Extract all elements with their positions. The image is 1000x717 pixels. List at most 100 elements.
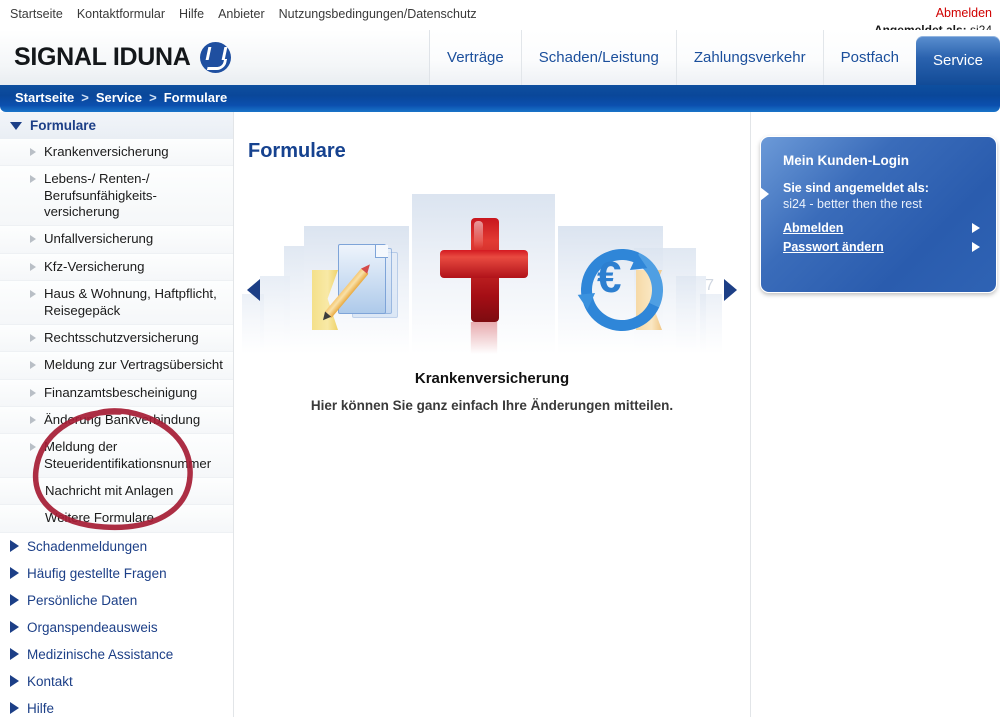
tab-label: Schaden/Leistung xyxy=(538,49,659,66)
triangle-down-icon xyxy=(10,121,22,130)
chevron-right-icon xyxy=(972,223,980,233)
tab-vertraege[interactable]: Verträge xyxy=(429,30,521,85)
login-box-logout-link[interactable]: Abmelden xyxy=(783,221,843,235)
sidebar-item-kfz-versicherung[interactable]: Kfz-Versicherung xyxy=(0,253,233,282)
red-cross-icon xyxy=(440,218,528,322)
meta-nav-item-hilfe[interactable]: Hilfe xyxy=(179,7,204,21)
sidebar-section-medizinische-assistance[interactable]: Medizinische Assistance xyxy=(0,641,233,668)
tab-label: Postfach xyxy=(840,49,899,66)
carousel-slide-ghost xyxy=(700,294,722,354)
sidebar-item-finanzamtsbescheinigung[interactable]: Finanzamtsbescheinigung xyxy=(0,379,233,407)
tab-zahlungsverkehr[interactable]: Zahlungsverkehr xyxy=(675,30,823,85)
tab-postfach[interactable]: Postfach xyxy=(822,30,916,85)
sidebar-item-meldung-der-steueridentifikationsnummer[interactable]: Meldung der Steueridentifikationsnummer xyxy=(0,434,233,479)
sidebar-section-hilfe[interactable]: Hilfe xyxy=(0,695,233,717)
login-box-pointer-icon xyxy=(760,187,769,201)
tab-label: Verträge xyxy=(447,49,504,66)
right-column: Mein Kunden-Login Sie sind angemeldet al… xyxy=(751,112,1000,717)
sidebar-item-label: Kfz-Versicherung xyxy=(44,258,145,274)
triangle-right-small-icon xyxy=(30,148,36,156)
sidebar-section-label: Kontakt xyxy=(27,673,73,689)
forms-carousel: € 7 xyxy=(234,167,750,362)
meta-nav-item-nutzungsbedingungen[interactable]: Nutzungsbedingungen/Datenschutz xyxy=(279,7,477,21)
sidebar-item-label: Nachricht mit Anlagen xyxy=(45,483,174,499)
breadcrumb-item-service[interactable]: Service xyxy=(96,90,142,105)
breadcrumb-bar: Startseite > Service > Formulare xyxy=(0,85,1000,112)
sidebar-item-unfallversicherung[interactable]: Unfallversicherung xyxy=(0,226,233,254)
meta-bar: Startseite Kontaktformular Hilfe Anbiete… xyxy=(0,0,1000,37)
login-box-change-password-link[interactable]: Passwort ändern xyxy=(783,240,884,254)
sidebar-nav: Formulare Krankenversicherung Lebens-/ R… xyxy=(0,112,233,717)
carousel-prev-button[interactable] xyxy=(247,279,260,301)
sidebar-section-kontakt[interactable]: Kontakt xyxy=(0,668,233,695)
sidebar-item-nachricht-mit-anlagen[interactable]: Nachricht mit Anlagen xyxy=(0,478,233,506)
sidebar-item-label: Rechtsschutzversicherung xyxy=(44,329,199,345)
sidebar-section-haeufig-gestellte-fragen[interactable]: Häufig gestellte Fragen xyxy=(0,560,233,587)
document-pencil-icon xyxy=(324,244,398,320)
sidebar-item-label: Unfallversicherung xyxy=(44,231,154,247)
sidebar-section-label: Persönliche Daten xyxy=(27,592,138,608)
triangle-right-small-icon xyxy=(30,333,36,342)
sidebar-section-label: Hilfe xyxy=(27,700,55,716)
carousel-active-subtitle: Hier können Sie ganz einfach Ihre Änderu… xyxy=(310,398,674,413)
red-cross-horizontal xyxy=(440,250,528,278)
tab-schaden-leistung[interactable]: Schaden/Leistung xyxy=(520,30,676,85)
sidebar-item-rechtsschutzversicherung[interactable]: Rechtsschutzversicherung xyxy=(0,324,233,353)
sidebar-section-persoenliche-daten[interactable]: Persönliche Daten xyxy=(0,587,233,614)
sidebar-item-lebens-renten-berufsunfaehigkeitsversicherung[interactable]: Lebens-/ Renten-/ Berufsunfähigkeits- ve… xyxy=(0,166,233,227)
triangle-right-small-icon xyxy=(30,235,36,244)
breadcrumb: Startseite > Service > Formulare xyxy=(15,90,227,105)
document-fold-corner-icon xyxy=(375,245,388,258)
logout-link-top[interactable]: Abmelden xyxy=(936,6,992,20)
sidebar-section-label: Häufig gestellte Fragen xyxy=(27,565,167,581)
login-box-username: si24 - better then the rest xyxy=(783,197,922,211)
red-cross-highlight xyxy=(474,221,483,249)
login-box-title: Mein Kunden-Login xyxy=(783,153,909,168)
triangle-right-icon xyxy=(10,567,19,580)
sidebar-item-haus-wohnung-haftpflicht-reisegepaeck[interactable]: Haus & Wohnung, Haftpflicht, Reisegepäck xyxy=(0,281,233,325)
sidebar-item-weitere-formulare[interactable]: Weitere Formulare xyxy=(0,505,233,533)
sidebar-section-schadenmeldungen[interactable]: Schadenmeldungen xyxy=(0,533,233,560)
euro-symbol: € xyxy=(597,253,622,302)
sidebar-section-label: Formulare xyxy=(30,118,97,133)
triangle-right-icon xyxy=(10,648,19,661)
triangle-right-small-icon xyxy=(30,175,36,184)
page-title: Formulare xyxy=(248,140,346,162)
breadcrumb-item-startseite[interactable]: Startseite xyxy=(15,90,74,105)
customer-login-box: Mein Kunden-Login Sie sind angemeldet al… xyxy=(760,136,997,293)
carousel-ghost-number: 7 xyxy=(705,277,714,294)
triangle-right-icon xyxy=(10,702,19,715)
carousel-next-button[interactable] xyxy=(724,279,737,301)
sidebar-item-label: Haus & Wohnung, Haftpflicht, Reisegepäck xyxy=(44,286,217,318)
carousel-slides: € xyxy=(234,167,750,362)
sidebar-item-label: Weitere Formulare xyxy=(45,510,154,526)
meta-nav-item-startseite[interactable]: Startseite xyxy=(10,7,63,21)
sidebar-item-label: Meldung der Steueridentifikationsnummer xyxy=(44,439,212,471)
brand-logo[interactable]: SIGNAL IDUNA xyxy=(14,42,231,73)
sidebar-item-krankenversicherung[interactable]: Krankenversicherung xyxy=(0,139,233,167)
content-area: Formulare Krankenversicherung Lebens-/ R… xyxy=(0,112,1000,717)
euro-recycle-icon: € xyxy=(569,237,675,343)
sidebar-item-label: Lebens-/ Renten-/ Berufsunfähigkeits- ve… xyxy=(44,171,157,220)
triangle-right-icon xyxy=(10,594,19,607)
tab-label: Service xyxy=(932,52,983,69)
sidebar-item-label: Änderung Bankverbindung xyxy=(44,411,201,427)
sidebar-item-aenderung-bankverbindung[interactable]: Änderung Bankverbindung xyxy=(0,406,233,435)
breadcrumb-separator: > xyxy=(149,90,157,105)
tab-service[interactable]: Service xyxy=(915,36,1000,85)
meta-nav-item-kontaktformular[interactable]: Kontaktformular xyxy=(77,7,165,21)
meta-nav-item-anbieter[interactable]: Anbieter xyxy=(218,7,265,21)
signal-iduna-monogram-icon xyxy=(199,42,231,73)
page-root: Startseite Kontaktformular Hilfe Anbiete… xyxy=(0,0,1000,717)
sidebar-item-label: Finanzamtsbescheinigung xyxy=(44,384,198,400)
triangle-right-small-icon xyxy=(30,262,36,271)
sidebar-item-meldung-zur-vertragsuebersicht[interactable]: Meldung zur Vertragsübersicht xyxy=(0,352,233,380)
triangle-right-small-icon xyxy=(30,290,36,299)
triangle-right-small-icon xyxy=(30,361,36,370)
breadcrumb-item-formulare[interactable]: Formulare xyxy=(164,90,228,105)
sidebar-section-organspendeausweis[interactable]: Organspendeausweis xyxy=(0,614,233,641)
triangle-right-icon xyxy=(10,675,19,688)
triangle-right-icon xyxy=(10,540,19,553)
sidebar-section-formulare[interactable]: Formulare xyxy=(0,112,233,139)
meta-nav: Startseite Kontaktformular Hilfe Anbiete… xyxy=(10,7,477,21)
